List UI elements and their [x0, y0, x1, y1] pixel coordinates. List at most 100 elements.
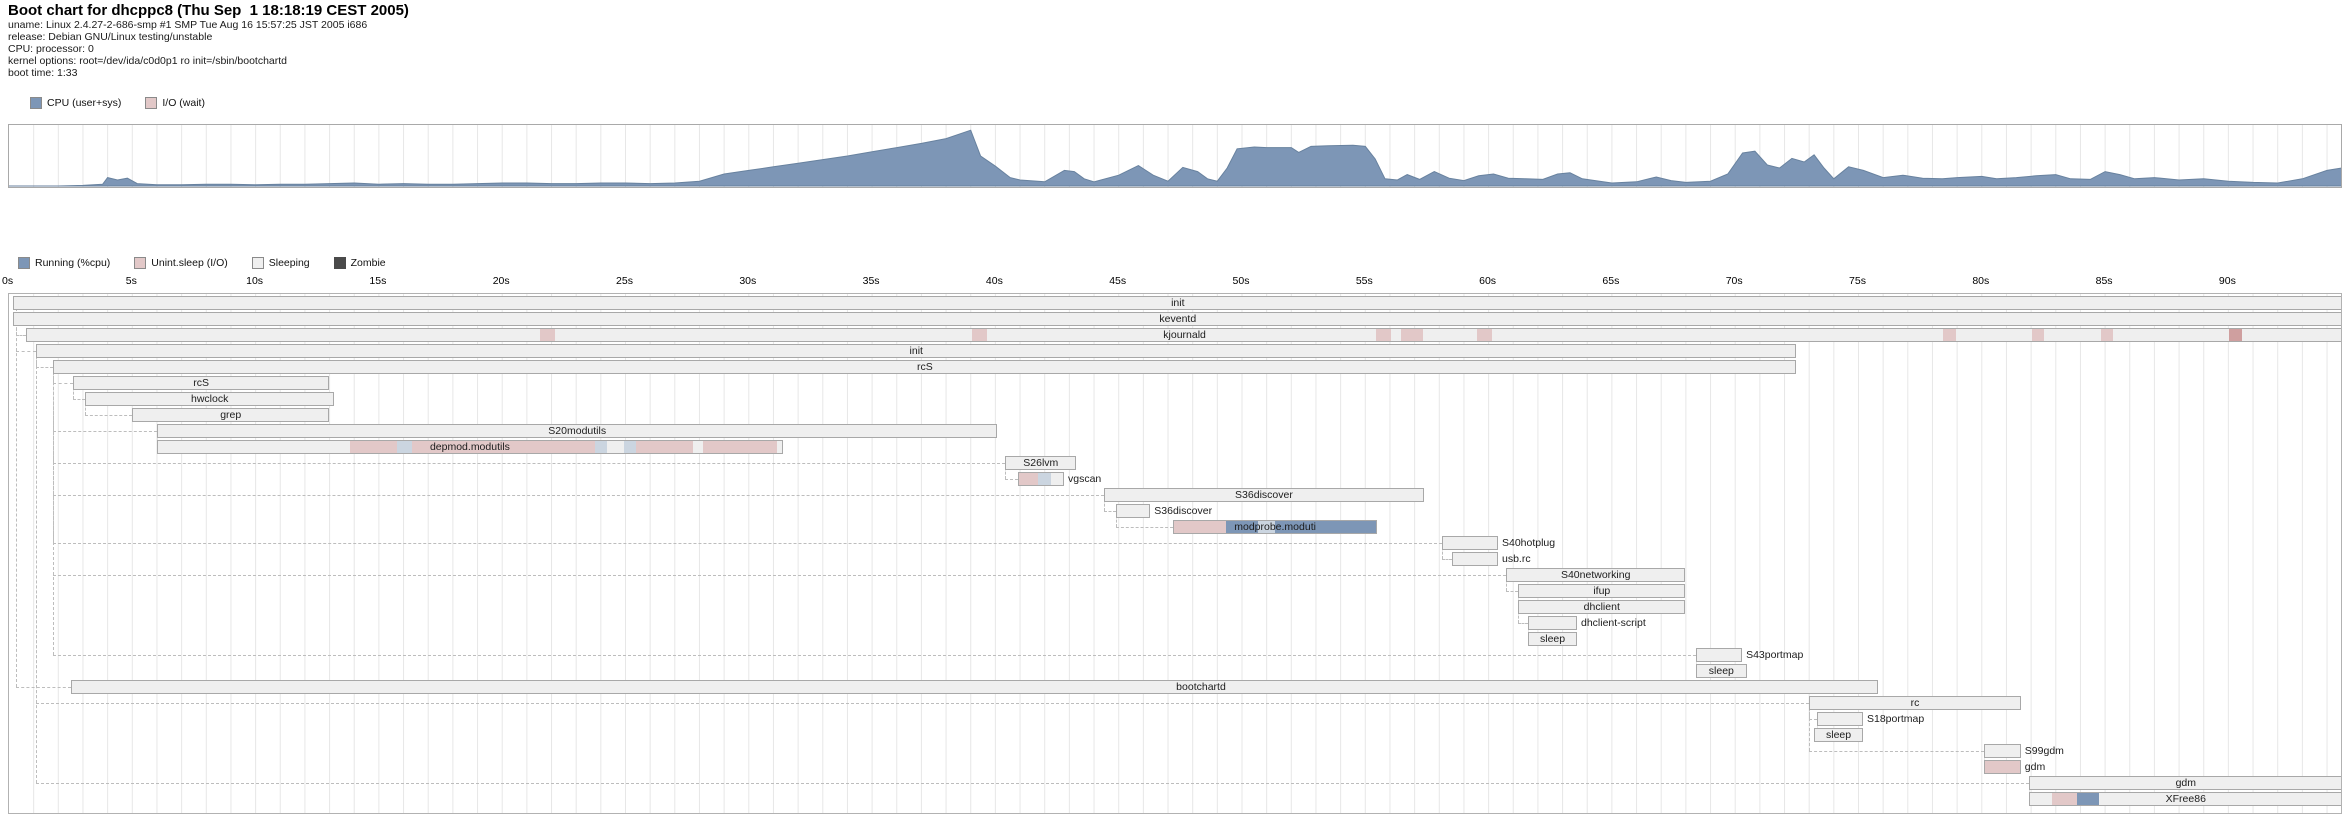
process-bar-ifup: ifup: [1518, 584, 1685, 598]
legend-swatch-icon: [30, 97, 42, 109]
legend-swatch-icon: [18, 257, 30, 269]
process-chart-legend: Running (%cpu) Unint.sleep (I/O) Sleeping Z…: [18, 257, 386, 269]
process-bar-sleep: sleep: [1814, 728, 1863, 742]
cpu-chart-legend: CPU (user+sys) I/O (wait): [30, 97, 205, 109]
proc-legend-item: Sleeping: [252, 257, 310, 269]
process-connector-h: [85, 415, 132, 416]
process-label: rcS: [54, 361, 1795, 373]
process-label: kjournald: [27, 329, 2342, 341]
process-bar-dhclient-script: dhclient-script: [1528, 616, 1577, 630]
process-label: dhclient-script: [1576, 617, 1646, 629]
process-bar-hwclock: hwclock: [85, 392, 334, 406]
process-bar-usb-rc: usb.rc: [1452, 552, 1498, 566]
axis-tick-label: 50s: [1233, 275, 1250, 287]
process-connector-v: [1809, 703, 1810, 751]
process-label: S40hotplug: [1497, 537, 1555, 549]
legend-label: CPU (user+sys): [47, 97, 121, 109]
process-connector-h: [53, 383, 73, 384]
process-bar-s18portmap: S18portmap: [1817, 712, 1863, 726]
proc-legend-item: Unint.sleep (I/O): [134, 257, 227, 269]
legend-label: Unint.sleep (I/O): [151, 257, 227, 269]
process-connector-h: [53, 431, 157, 432]
process-connector-h: [1506, 591, 1518, 592]
process-connector-h: [53, 655, 1695, 656]
process-label: gdm: [2030, 777, 2342, 789]
process-label: hwclock: [86, 393, 333, 405]
process-label: sleep: [1697, 665, 1746, 677]
bar-segment-ltb: [1038, 473, 1050, 485]
legend-label: I/O (wait): [162, 97, 205, 109]
axis-tick-label: 85s: [2096, 275, 2113, 287]
process-label: init: [14, 297, 2342, 309]
process-label: S18portmap: [1862, 713, 1924, 725]
process-label: rc: [1810, 697, 2020, 709]
process-connector-h: [16, 687, 70, 688]
process-bar-sleep: sleep: [1696, 664, 1747, 678]
process-label: S20modutils: [158, 425, 996, 437]
process-bar-rc: rc: [1809, 696, 2021, 710]
process-bar-s26lvm: S26lvm: [1005, 456, 1076, 470]
cpu-line: CPU: processor: 0: [8, 43, 409, 55]
axis-tick-label: 35s: [863, 275, 880, 287]
cpu-utilisation-chart: [8, 124, 2342, 188]
process-label: init: [37, 345, 1795, 357]
legend-swatch-icon: [252, 257, 264, 269]
axis-tick-label: 40s: [986, 275, 1003, 287]
process-bar-s40hotplug: S40hotplug: [1442, 536, 1498, 550]
axis-tick-label: 20s: [493, 275, 510, 287]
process-gantt-chart: init keventd kjournald init rcS rcS hwclock gre…: [8, 293, 2342, 814]
page-title: Boot chart for dhcppc8 (Thu Sep 1 18:18:…: [8, 2, 409, 19]
process-bar-keventd: keventd: [13, 312, 2342, 326]
cpu-legend-item: CPU (user+sys): [30, 97, 121, 109]
axis-tick-label: 65s: [1602, 275, 1619, 287]
process-connector-h: [53, 543, 1441, 544]
process-connector-h: [1809, 751, 1984, 752]
axis-tick-label: 75s: [1849, 275, 1866, 287]
process-bar-init: init: [36, 344, 1796, 358]
axis-tick-label: 0s: [2, 275, 13, 287]
process-connector-h: [53, 463, 1005, 464]
process-connector-h: [53, 575, 1505, 576]
boot-time-line: boot time: 1:33: [8, 67, 409, 79]
process-connector-h: [36, 367, 53, 368]
process-connector-h: [73, 399, 85, 400]
process-label: grep: [133, 409, 328, 421]
process-label: dhclient: [1519, 601, 1684, 613]
process-bar-gdm: gdm: [1984, 760, 2021, 774]
process-label: modprobe.moduti: [1174, 521, 1376, 533]
process-bar-s20modutils: S20modutils: [157, 424, 997, 438]
cpu-area-series: [9, 130, 2341, 186]
process-label: sleep: [1815, 729, 1862, 741]
process-label: gdm: [2020, 761, 2045, 773]
process-label: S43portmap: [1741, 649, 1803, 661]
legend-swatch-icon: [334, 257, 346, 269]
process-label: S36discover: [1149, 505, 1212, 517]
process-label: vgscan: [1063, 473, 1101, 485]
process-connector-h: [1442, 559, 1452, 560]
process-bar-grep: grep: [132, 408, 329, 422]
header: Boot chart for dhcppc8 (Thu Sep 1 18:18:…: [8, 2, 409, 79]
process-bar-kjournald: kjournald: [26, 328, 2342, 342]
axis-tick-label: 5s: [126, 275, 137, 287]
proc-legend-item: Zombie: [334, 257, 386, 269]
process-bar-xfree86: XFree86: [2029, 792, 2342, 806]
process-bar-gdm: gdm: [2029, 776, 2342, 790]
process-bar-rcs: rcS: [73, 376, 329, 390]
process-connector-h: [1809, 719, 1816, 720]
process-label: bootchartd: [1141, 681, 1261, 693]
process-bar-depmod-modutils: depmod.modutils: [157, 440, 783, 454]
process-connector-h: [53, 495, 1104, 496]
process-bar-sleep: sleep: [1528, 632, 1577, 646]
process-label: keventd: [14, 313, 2342, 325]
axis-tick-label: 25s: [616, 275, 633, 287]
axis-tick-label: 90s: [2219, 275, 2236, 287]
legend-label: Sleeping: [269, 257, 310, 269]
proc-legend-item: Running (%cpu): [18, 257, 110, 269]
process-connector-h: [16, 335, 26, 336]
release-line: release: Debian GNU/Linux testing/unstab…: [8, 31, 409, 43]
process-connector-v: [36, 351, 37, 783]
process-bar-s36discover: S36discover: [1104, 488, 1424, 502]
bar-segment-io: [1985, 761, 2020, 773]
process-label: ifup: [1519, 585, 1684, 597]
process-connector-h: [1116, 527, 1173, 528]
